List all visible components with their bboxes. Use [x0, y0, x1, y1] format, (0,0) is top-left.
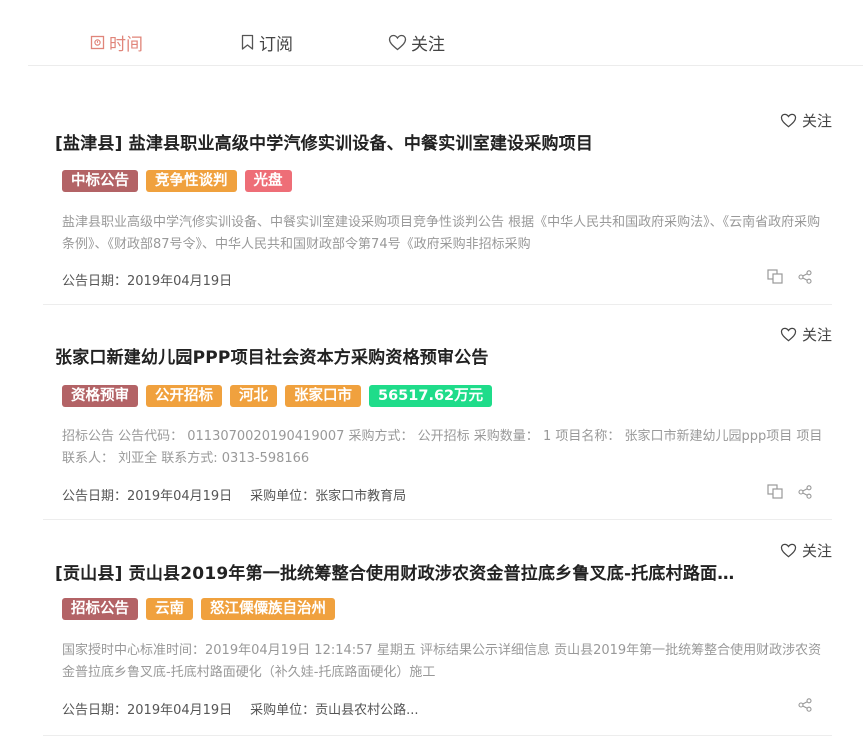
heart-icon: [780, 113, 797, 128]
tab-subscribe[interactable]: 订阅: [240, 28, 293, 56]
follow-button[interactable]: 关注: [780, 324, 832, 345]
heart-icon: [780, 543, 797, 558]
tag-list: 资格预审 公开招标 河北 张家口市 56517.62万元: [62, 385, 493, 407]
copy-icon[interactable]: [767, 484, 784, 500]
item-meta: 公告日期：2019年04月19日: [62, 270, 232, 289]
share-icon[interactable]: [798, 485, 812, 499]
list-item[interactable]: 关注 张家口新建幼儿园PPP项目社会资本方采购资格预审公告 资格预审 公开招标 …: [43, 318, 832, 518]
publish-date: 公告日期：2019年04月19日: [62, 703, 233, 718]
item-meta: 公告日期：2019年04月19日 采购单位：张家口市教育局: [62, 485, 406, 504]
tag[interactable]: 招标公告: [62, 598, 138, 620]
amount-tag[interactable]: 56517.62万元: [369, 385, 493, 407]
tab-time-label: 时间: [109, 34, 143, 55]
item-title[interactable]: [贡山县] 贡山县2019年第一批统筹整合使用财政涉农资金普拉底乡鲁叉底-托底村…: [55, 559, 734, 584]
purchasing-unit: 采购单位：贡山县农村公路...: [250, 703, 419, 718]
heart-icon: [388, 34, 407, 51]
follow-label: 关注: [801, 112, 832, 130]
list-item[interactable]: 关注 [贡山县] 贡山县2019年第一批统筹整合使用财政涉农资金普拉底乡鲁叉底-…: [43, 534, 832, 734]
publish-date: 公告日期：2019年04月19日: [62, 489, 233, 504]
share-icon[interactable]: [798, 698, 812, 712]
tag[interactable]: 云南: [146, 598, 193, 620]
item-divider: [43, 304, 832, 305]
tag[interactable]: 怒江傈僳族自治州: [201, 598, 335, 620]
tag[interactable]: 张家口市: [285, 385, 361, 407]
item-actions: [798, 698, 812, 712]
tag[interactable]: 资格预审: [62, 385, 138, 407]
follow-button[interactable]: 关注: [780, 540, 832, 561]
tab-follow-label: 关注: [411, 34, 445, 55]
item-title[interactable]: [盐津县] 盐津县职业高级中学汽修实训设备、中餐实训室建设采购项目: [55, 129, 593, 154]
item-excerpt: 国家授时中心标准时间：2019年04月19日 12:14:57 星期五 评标结果…: [62, 643, 822, 680]
tag-list: 招标公告 云南 怒江傈僳族自治州: [62, 598, 335, 620]
calendar-icon: [90, 35, 105, 50]
copy-icon[interactable]: [767, 269, 784, 285]
publish-date: 公告日期：2019年04月19日: [62, 274, 233, 289]
item-excerpt: 招标公告 公告代码： 0113070020190419007 采购方式： 公开招…: [62, 429, 823, 466]
tag[interactable]: 河北: [230, 385, 277, 407]
item-title[interactable]: 张家口新建幼儿园PPP项目社会资本方采购资格预审公告: [55, 343, 489, 368]
item-divider: [43, 735, 832, 736]
follow-label: 关注: [801, 542, 832, 560]
heart-icon: [780, 327, 797, 342]
tag[interactable]: 竞争性谈判: [146, 170, 237, 192]
tag[interactable]: 中标公告: [62, 170, 138, 192]
tab-divider: [28, 65, 863, 66]
purchasing-unit: 采购单位：张家口市教育局: [250, 489, 407, 504]
tab-subscribe-label: 订阅: [259, 34, 293, 55]
tag-list: 中标公告 竞争性谈判 光盘: [62, 170, 292, 192]
item-divider: [43, 519, 832, 520]
tab-follow[interactable]: 关注: [388, 28, 445, 56]
item-excerpt: 盐津县职业高级中学汽修实训设备、中餐实训室建设采购项目竞争性谈判公告 根据《中华…: [62, 215, 821, 252]
tab-time[interactable]: 时间: [90, 28, 143, 56]
item-meta: 公告日期：2019年04月19日 采购单位：贡山县农村公路...: [62, 699, 419, 718]
bookmark-icon: [240, 34, 255, 51]
tab-bar: 时间 订阅 关注: [0, 0, 863, 66]
tag[interactable]: 光盘: [244, 170, 292, 192]
list-item[interactable]: 关注 [盐津县] 盐津县职业高级中学汽修实训设备、中餐实训室建设采购项目 中标公…: [43, 104, 832, 304]
share-icon[interactable]: [798, 270, 812, 284]
follow-button[interactable]: 关注: [780, 110, 832, 131]
follow-label: 关注: [801, 326, 832, 344]
item-actions: [767, 269, 812, 285]
item-actions: [767, 484, 812, 500]
tag[interactable]: 公开招标: [146, 385, 222, 407]
